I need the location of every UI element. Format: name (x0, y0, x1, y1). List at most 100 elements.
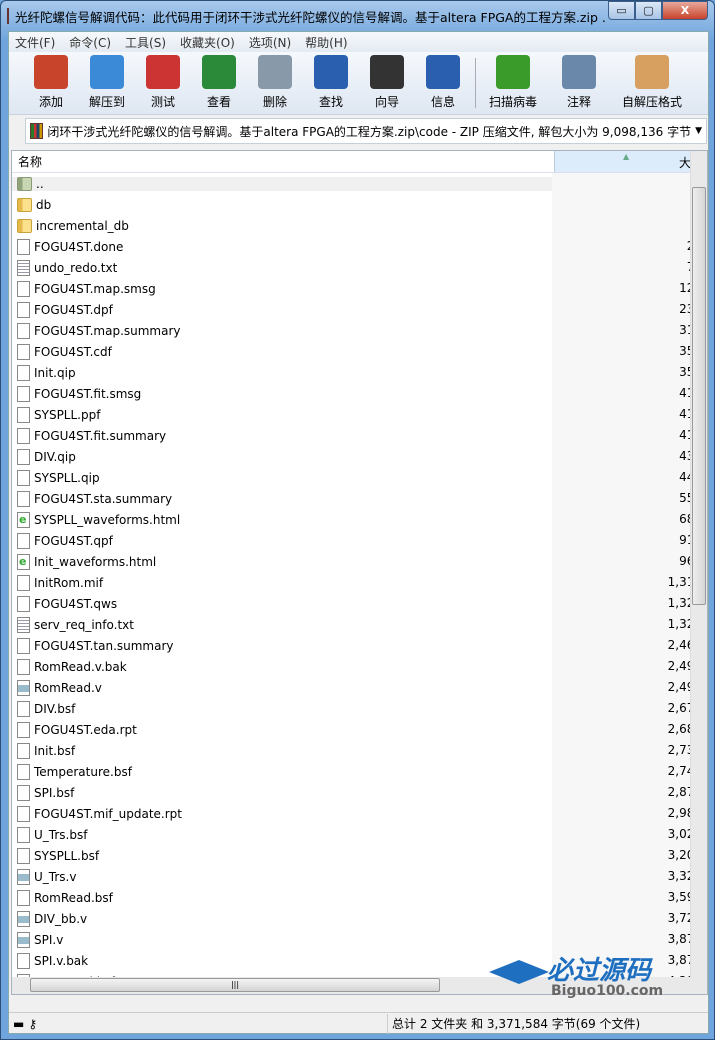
toolbar-button-label: 向导 (374, 95, 399, 109)
file-row[interactable]: SYSPLL_waveforms.html 680 (12, 509, 692, 530)
close-button[interactable]: X (662, 1, 708, 20)
menu-item[interactable]: 命令(C) (69, 34, 111, 51)
file-size: 3,721 (667, 911, 690, 925)
file-row[interactable]: DIV_bb.v 3,721 (12, 908, 692, 929)
file-file-icon (17, 427, 30, 444)
file-name: RomRead.bsf (34, 890, 113, 905)
file-name: FOGU4ST.mif_update.rpt (34, 806, 183, 821)
file-row[interactable]: FOGU4ST.sta.summary 555 (12, 488, 692, 509)
file-row[interactable]: FOGU4ST.eda.rpt 2,689 (12, 719, 692, 740)
txt-file-icon (17, 616, 30, 633)
toolbar-button[interactable]: 查找 (303, 54, 359, 114)
file-row[interactable]: RomRead.v 2,498 (12, 677, 692, 698)
key-icon: ⚷ (28, 1016, 38, 1031)
file-file-icon (17, 595, 30, 612)
virus-scan-icon (496, 55, 530, 89)
file-row[interactable]: incremental_db (12, 215, 692, 236)
file-row[interactable]: U_Trs.v 3,327 (12, 866, 692, 887)
column-header-size[interactable]: ▲大小 (554, 151, 707, 172)
toolbar-button-label: 删除 (262, 95, 287, 109)
file-name: DIV.bsf (34, 701, 76, 716)
file-row[interactable]: Init.bsf 2,730 (12, 740, 692, 761)
toolbar-button[interactable]: 向导 (359, 54, 415, 114)
toolbar-button[interactable]: 注释 (546, 54, 612, 114)
file-row[interactable]: FOGU4ST.qpf 911 (12, 530, 692, 551)
vertical-scroll-thumb[interactable] (692, 187, 706, 605)
file-row[interactable]: U_Trs.bsf 3,023 (12, 824, 692, 845)
toolbar-button[interactable]: 解压到 (79, 54, 135, 114)
file-row[interactable]: FOGU4ST.cdf 352 (12, 341, 692, 362)
file-name: FOGU4ST.eda.rpt (34, 722, 137, 737)
file-name: SYSPLL.qip (34, 470, 100, 485)
menu-item[interactable]: 工具(S) (125, 34, 166, 51)
toolbar-button[interactable]: 信息 (415, 54, 471, 114)
file-row[interactable]: SPI.v 3,876 (12, 929, 692, 950)
file-row[interactable]: db (12, 194, 692, 215)
file-name: InitRom.mif (34, 575, 104, 590)
toolbar-button-label: 注释 (566, 95, 591, 109)
toolbar-button-label: 查看 (206, 95, 231, 109)
file-row[interactable]: FOGU4ST.map.smsg 127 (12, 278, 692, 299)
file-row[interactable]: DIV.qip 438 (12, 446, 692, 467)
file-row[interactable]: RomRead.v.bak 2,497 (12, 656, 692, 677)
watermark-logo: 必过源码 Biguo100.com (487, 950, 663, 999)
file-row[interactable]: Temperature.bsf 2,749 (12, 761, 692, 782)
toolbar-button-label: 测试 (150, 95, 175, 109)
file-row[interactable]: FOGU4ST.mif_update.rpt 2,987 (12, 803, 692, 824)
file-row[interactable]: Init_waveforms.html 963 (12, 551, 692, 572)
file-row[interactable]: serv_req_info.txt 1,323 (12, 614, 692, 635)
file-file-icon (17, 847, 30, 864)
file-file-icon (17, 322, 30, 339)
toolbar-button[interactable]: 扫描病毒 (480, 54, 546, 114)
file-row[interactable]: RomRead.bsf 3,590 (12, 887, 692, 908)
file-row[interactable]: DIV.bsf 2,678 (12, 698, 692, 719)
folder-icon (17, 218, 32, 233)
vertical-scrollbar[interactable] (690, 151, 707, 994)
file-name: RomRead.v (34, 680, 102, 695)
address-bar[interactable]: 闭环干涉式光纤陀螺仪的信号解调。基于altera FPGA的工程方案.zip\c… (25, 118, 707, 144)
chevron-down-icon[interactable]: ▼ (695, 126, 706, 136)
menu-item[interactable]: 帮助(H) (305, 34, 347, 51)
toolbar-button[interactable]: 自解压格式 (612, 54, 692, 114)
folderup-icon (17, 176, 32, 191)
horizontal-scroll-thumb[interactable]: ||| (30, 978, 440, 992)
file-size: 2,689 (667, 722, 690, 736)
menu-item[interactable]: 选项(N) (249, 34, 291, 51)
file-file-icon (17, 889, 30, 906)
file-row[interactable]: FOGU4ST.fit.summary 412 (12, 425, 692, 446)
file-name: FOGU4ST.fit.smsg (34, 386, 142, 401)
file-row[interactable]: .. (12, 173, 692, 194)
toolbar-button[interactable]: 删除 (247, 54, 303, 114)
file-row[interactable]: FOGU4ST.fit.smsg 411 (12, 383, 692, 404)
toolbar-button-label: 添加 (38, 95, 63, 109)
file-name: SPI.v (34, 932, 64, 947)
file-row[interactable]: undo_redo.txt 72 (12, 257, 692, 278)
file-file-icon (17, 469, 30, 486)
minimize-button[interactable]: ▭ (608, 1, 635, 20)
toolbar-button[interactable]: 测试 (135, 54, 191, 114)
file-row[interactable]: FOGU4ST.done 26 (12, 236, 692, 257)
file-row[interactable]: Init.qip 358 (12, 362, 692, 383)
file-size: 2,497 (667, 659, 690, 673)
file-row[interactable]: SYSPLL.bsf 3,205 (12, 845, 692, 866)
file-size: 3,876 (667, 932, 690, 946)
menu-item[interactable]: 收藏夹(O) (180, 34, 235, 51)
file-size: 127 (679, 281, 690, 295)
column-header-name[interactable]: 名称 (12, 151, 554, 172)
file-row[interactable]: SYSPLL.ppf 411 (12, 404, 692, 425)
toolbar-button[interactable]: 查看 (191, 54, 247, 114)
menu-item[interactable]: 文件(F) (15, 34, 55, 51)
maximize-button[interactable]: ▢ (635, 1, 662, 20)
file-row[interactable]: InitRom.mif 1,315 (12, 572, 692, 593)
file-row[interactable]: FOGU4ST.map.summary 317 (12, 320, 692, 341)
file-file-icon (17, 301, 30, 318)
file-row[interactable]: SYSPLL.qip 444 (12, 467, 692, 488)
toolbar-button[interactable]: 添加 (23, 54, 79, 114)
find-magnifier-icon (314, 55, 348, 89)
file-row[interactable]: FOGU4ST.tan.summary 2,465 (12, 635, 692, 656)
file-row[interactable]: FOGU4ST.dpf 239 (12, 299, 692, 320)
file-row[interactable]: FOGU4ST.qws 1,322 (12, 593, 692, 614)
file-row[interactable]: SPI.bsf 2,876 (12, 782, 692, 803)
file-name: SPI.v.bak (34, 953, 89, 968)
file-file-icon (17, 805, 30, 822)
